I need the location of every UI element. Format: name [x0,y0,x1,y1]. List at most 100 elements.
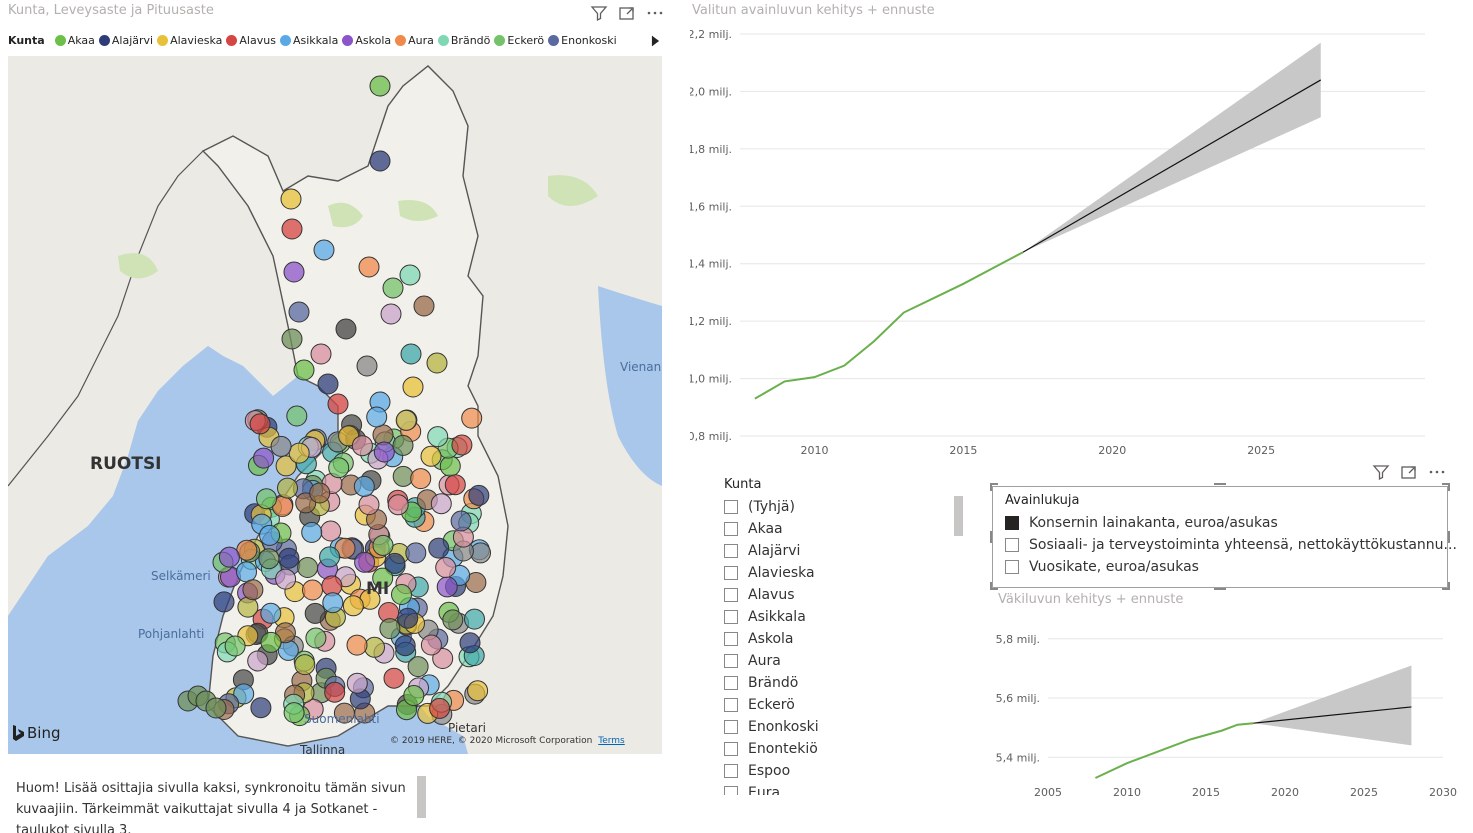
municipality-point[interactable] [297,557,319,578]
filter-icon[interactable] [1372,463,1390,481]
kunta-slicer-item[interactable]: Eckerö [724,694,964,716]
map-canvas[interactable]: RUOTSI Selkämeri Pohjanlahti Suomenlahti… [8,56,662,754]
municipality-point[interactable] [286,405,308,427]
checkbox[interactable] [724,786,738,795]
municipality-point[interactable] [319,546,341,568]
municipality-point[interactable] [436,576,458,598]
municipality-point[interactable] [281,218,303,240]
municipality-point[interactable] [354,551,376,573]
municipality-point[interactable] [313,239,335,261]
checkbox[interactable] [724,632,738,646]
municipality-point[interactable] [288,442,310,464]
municipality-point[interactable] [236,561,257,583]
municipality-point[interactable] [442,609,464,631]
municipality-point[interactable] [461,407,483,429]
municipality-point[interactable] [407,656,429,678]
checkbox[interactable] [724,522,738,536]
legend-item-label[interactable]: Aura [408,34,434,47]
avainluku-slicer-item[interactable]: Sosiaali- ja terveystoiminta yhteensä, n… [1005,534,1457,556]
municipality-point[interactable] [369,150,391,172]
kunta-slicer-item[interactable]: Eura [724,782,964,795]
municipality-point[interactable] [324,681,346,703]
municipality-point[interactable] [395,409,417,431]
kunta-slicer-item[interactable]: Askola [724,628,964,650]
terms-link[interactable]: Terms [598,736,625,746]
more-options-icon[interactable] [646,4,664,22]
municipality-point[interactable] [242,579,264,601]
checkbox[interactable] [1005,560,1019,574]
municipality-point[interactable] [450,510,472,532]
more-options-icon[interactable] [1428,463,1446,481]
note-scrollbar[interactable] [417,776,426,818]
kunta-slicer-item[interactable]: (Tyhjä) [724,496,964,518]
checkbox[interactable] [724,698,738,712]
municipality-point[interactable] [420,445,442,467]
municipality-point[interactable] [342,595,364,617]
checkbox[interactable] [724,588,738,602]
checkbox[interactable] [724,654,738,668]
municipality-point[interactable] [258,548,280,570]
municipality-point[interactable] [250,697,272,719]
municipality-point[interactable] [320,520,342,542]
kunta-slicer-item[interactable]: Espoo [724,760,964,782]
municipality-point[interactable] [435,557,457,578]
kunta-slicer-item[interactable]: Enontekiö [724,738,964,760]
municipality-point[interactable] [270,435,292,457]
municipality-point[interactable] [392,434,414,456]
kunta-slicer-item[interactable]: Enonkoski [724,716,964,738]
municipality-point[interactable] [280,188,302,210]
focus-mode-icon[interactable] [618,4,636,22]
checkbox[interactable] [1005,538,1019,552]
legend-item-label[interactable]: Eckerö [507,34,544,47]
kunta-slicer-scrollbar[interactable] [954,496,963,536]
municipality-point[interactable] [459,632,481,654]
municipality-point[interactable] [430,493,452,515]
municipality-point[interactable] [366,406,388,428]
kunta-slicer-item[interactable]: Brändö [724,672,964,694]
municipality-point[interactable] [358,494,380,516]
municipality-point[interactable] [328,457,350,479]
municipality-point[interactable] [317,373,339,395]
municipality-point[interactable] [405,542,427,564]
municipality-point[interactable] [413,295,435,317]
municipality-point[interactable] [304,602,326,624]
municipality-point[interactable] [420,634,442,656]
municipality-point[interactable] [205,697,227,719]
municipality-point[interactable] [249,413,271,435]
municipality-point[interactable] [439,455,461,477]
legend-item-label[interactable]: Akaa [68,34,95,47]
filter-icon[interactable] [590,4,608,22]
focus-mode-icon[interactable] [1400,463,1418,481]
municipality-point[interactable] [400,343,422,365]
municipality-point[interactable] [281,328,303,350]
top-chart[interactable]: 0,8 milj. 1,0 milj. 1,2 milj. 1,4 milj. 1,6 … [690,20,1470,470]
checkbox[interactable] [724,500,738,514]
municipality-point[interactable] [383,667,405,689]
municipality-point[interactable] [283,702,305,724]
checkbox[interactable] [724,676,738,690]
legend-item-label[interactable]: Enonkoski [561,34,617,47]
municipality-point[interactable] [224,635,246,657]
legend-item-label[interactable]: Alajärvi [112,34,153,47]
municipality-point[interactable] [310,343,332,365]
municipality-point[interactable] [260,602,282,624]
checkbox[interactable] [724,610,738,624]
municipality-point[interactable] [301,521,323,543]
municipality-point[interactable] [468,484,490,506]
municipality-point[interactable] [426,352,448,374]
municipality-point[interactable] [467,680,489,702]
kunta-slicer-item[interactable]: Alavieska [724,562,964,584]
municipality-point[interactable] [283,261,305,283]
municipality-point[interactable] [428,537,450,559]
municipality-point[interactable] [399,264,421,286]
municipality-point[interactable] [364,636,385,658]
kunta-slicer-item[interactable]: Aura [724,650,964,672]
municipality-point[interactable] [358,256,380,278]
kunta-slicer-item[interactable]: Alajärvi [724,540,964,562]
municipality-point[interactable] [294,654,316,676]
municipality-point[interactable] [278,547,300,569]
kunta-slicer-item[interactable]: Alavus [724,584,964,606]
avainluku-slicer-item[interactable]: Konsernin lainakanta, euroa/asukas [1005,512,1435,534]
checkbox[interactable] [724,720,738,734]
municipality-point[interactable] [394,635,416,657]
